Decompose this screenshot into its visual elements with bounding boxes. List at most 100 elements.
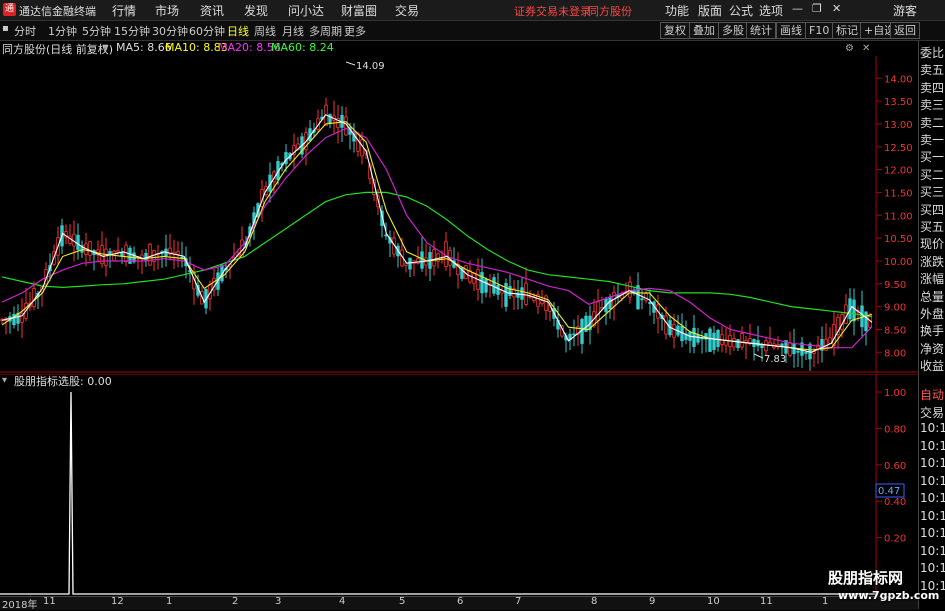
tick-time: 10:11: [920, 508, 945, 523]
price-tick-label: 13.00: [884, 120, 913, 131]
period-60min[interactable]: 60分钟: [189, 23, 225, 39]
chevron-down-icon[interactable]: ▾: [103, 41, 109, 54]
price-tick-label: 14.00: [884, 74, 913, 85]
panel-label: 买五: [920, 220, 945, 234]
candle-body: [672, 323, 676, 338]
period-weekly[interactable]: 周线: [254, 23, 276, 39]
period-monthly[interactable]: 月线: [282, 23, 304, 39]
back-button[interactable]: 返回: [890, 22, 920, 39]
candle-body: [484, 278, 488, 293]
menu-options[interactable]: 选项: [759, 2, 783, 19]
menu-icon[interactable]: ▪: [2, 23, 9, 34]
period-more[interactable]: 更多: [344, 23, 366, 39]
panel-label: 现价: [920, 237, 945, 252]
candle-body: [284, 152, 288, 165]
period-5min[interactable]: 5分钟: [82, 23, 111, 39]
candle-body: [116, 250, 120, 253]
minimize-icon[interactable]: —: [792, 2, 803, 15]
price-chart[interactable]: 14.00 13.50 13.00 12.50 12.00 11.50 11.00 10.50…: [0, 56, 918, 373]
price-tick-label: 13.50: [884, 97, 913, 108]
panel-label: 卖三: [920, 98, 945, 113]
candle-body: [76, 234, 80, 250]
candle-body: [420, 251, 424, 269]
candle-body: [732, 337, 736, 348]
price-tick-label: 9.50: [884, 280, 906, 291]
period-15min[interactable]: 15分钟: [114, 23, 150, 39]
menu-xiaoda[interactable]: 问小达: [288, 2, 324, 19]
menu-discover[interactable]: 发现: [244, 2, 268, 19]
tick-time: 10:11: [920, 491, 945, 505]
menu-wealth[interactable]: 财富圈: [341, 2, 377, 19]
guest-label[interactable]: 游客: [893, 2, 917, 19]
price-tick-label: 10.50: [884, 234, 913, 245]
menu-quotes[interactable]: 行情: [112, 2, 136, 19]
indicator-chart[interactable]: 1.00 0.80 0.60 0.40 0.20 0.47: [0, 374, 918, 596]
period-daily[interactable]: 日线: [227, 23, 249, 39]
ma60-label: MA60: 8.24: [271, 41, 334, 54]
candle-body: [628, 281, 632, 298]
candle-body: [844, 304, 848, 324]
month-label: 8: [591, 596, 598, 607]
panel-label: 卖一: [920, 133, 945, 147]
login-warning[interactable]: 证券交易未登录: [514, 3, 591, 19]
close-panel-icon[interactable]: ✕: [862, 43, 870, 54]
stats-button[interactable]: 统计: [746, 22, 776, 39]
menu-function[interactable]: 功能: [665, 2, 689, 19]
mark-button[interactable]: 标记: [832, 22, 862, 39]
candle-body: [756, 340, 760, 347]
month-label: 9: [649, 596, 656, 607]
panel-label: 涨幅: [920, 272, 945, 287]
month-label: 11: [43, 596, 56, 607]
panel-label: 卖四: [920, 80, 945, 95]
candle-body: [524, 282, 528, 305]
high-marker: 14.09: [356, 61, 385, 72]
period-intraday[interactable]: 分时: [14, 23, 36, 39]
f10-button[interactable]: F10: [805, 22, 834, 39]
candle-body: [796, 350, 800, 353]
indicator-cursor-value: 0.47: [878, 486, 900, 497]
candle-body: [828, 337, 832, 344]
multi-stock-button[interactable]: 多股: [718, 22, 748, 39]
candle-body: [860, 305, 864, 328]
candle-body: [508, 286, 512, 297]
period-30min[interactable]: 30分钟: [152, 23, 188, 39]
ma10-line: [1, 121, 873, 351]
price-gridlines: [876, 77, 882, 353]
candle-body: [492, 277, 496, 294]
app-title: 通达信金融终端: [19, 5, 96, 18]
candle-body: [32, 288, 36, 307]
price-tick-label: 10.00: [884, 257, 913, 268]
panel-label: 总量: [920, 289, 945, 304]
overlay-button[interactable]: 叠加: [689, 22, 719, 39]
indicator-tick-label: 0.80: [884, 424, 906, 435]
settings-icon[interactable]: ⚙: [845, 43, 854, 54]
period-1min[interactable]: 1分钟: [48, 23, 77, 39]
candle-body: [764, 340, 768, 352]
panel-label: 买三: [920, 185, 945, 200]
tick-time: 10:11: [920, 543, 945, 558]
tick-time: 10:11: [920, 561, 945, 575]
panel-label: 换手: [920, 324, 945, 339]
low-marker: 7.83: [764, 354, 786, 365]
menu-news[interactable]: 资讯: [200, 2, 224, 19]
panel-label: 卖二: [920, 115, 945, 130]
menu-formula[interactable]: 公式: [729, 2, 753, 19]
draw-button[interactable]: 画线: [776, 22, 806, 39]
panel-label: 卖五: [920, 63, 945, 78]
menu-layout[interactable]: 版面: [698, 2, 722, 19]
period-multi[interactable]: 多周期: [309, 23, 342, 39]
panel-label: 买二: [920, 167, 945, 182]
tick-time: 10:11: [920, 456, 945, 470]
indicator-axis-labels: 1.00 0.80 0.60 0.40 0.20: [876, 388, 906, 545]
adjust-button[interactable]: 复权: [660, 22, 690, 39]
month-label: 7: [515, 596, 522, 607]
menu-market[interactable]: 市场: [155, 2, 179, 19]
menu-trade[interactable]: 交易: [395, 2, 419, 19]
panel-label: 涨跌: [920, 254, 945, 269]
restore-icon[interactable]: ❐: [812, 2, 822, 15]
candle-body: [640, 298, 644, 301]
month-label: 11: [760, 596, 773, 607]
panel-label: 交易: [920, 405, 945, 420]
close-icon[interactable]: ✕: [832, 2, 841, 15]
candle-body: [788, 342, 792, 356]
